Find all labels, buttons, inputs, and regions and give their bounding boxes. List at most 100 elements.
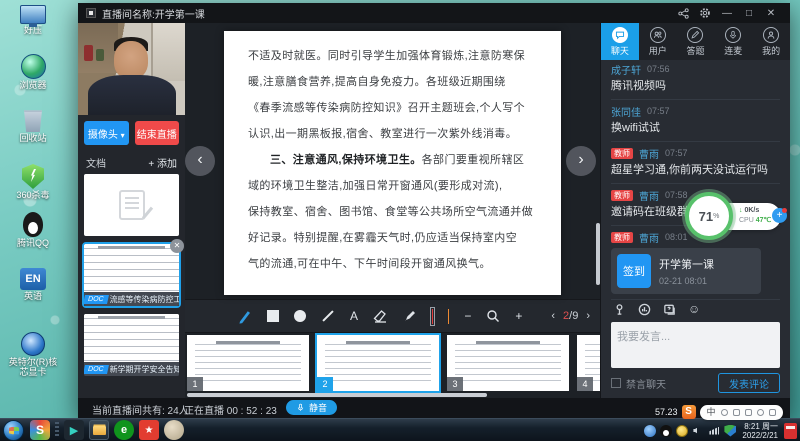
minimize-button[interactable]: — [716, 5, 738, 21]
end-stream-button[interactable]: 结束直播 [135, 121, 180, 145]
intel-graphics-icon [21, 332, 45, 356]
network-icon[interactable] [708, 425, 720, 437]
maximize-button[interactable]: □ [738, 5, 760, 21]
brush-tool[interactable] [403, 308, 417, 324]
taskbar-explorer-icon[interactable] [89, 420, 109, 440]
desktop-icon-intel[interactable]: 英特尔(R)核 芯显卡 [4, 332, 62, 377]
desktop-icon-haoya[interactable]: 好压 [4, 2, 62, 35]
share-icon[interactable] [672, 5, 694, 21]
tray-qq-icon[interactable] [660, 425, 672, 437]
close-button[interactable]: ✕ [760, 5, 782, 21]
whiteboard-card[interactable] [84, 174, 179, 236]
volume-icon[interactable] [692, 425, 704, 437]
page-thumbnail-4[interactable]: 4 [577, 335, 600, 391]
line-tool[interactable] [321, 308, 335, 324]
color-swatch-red[interactable] [432, 309, 433, 324]
taskbar-app-icon[interactable] [164, 420, 184, 440]
taskbar-video-player-icon[interactable]: ▶ [64, 420, 84, 440]
tray-notification-icon[interactable] [784, 423, 797, 439]
magnifier-icon[interactable] [486, 308, 500, 324]
add-document-button[interactable]: + 添加 [148, 155, 177, 170]
window-title: 直播间名称:开学第一课 [102, 6, 205, 21]
tab-mine[interactable]: 我的 [752, 23, 790, 60]
ime-speed-number: 57.23 [655, 407, 678, 417]
post-comment-button[interactable]: 发表评论 [718, 373, 780, 393]
ime-emoji-icon[interactable] [721, 409, 728, 416]
desktop-icon-qq[interactable]: 腾讯QQ [4, 212, 62, 248]
quiz-card-icon[interactable] [663, 303, 676, 316]
desktop-icon-label: 英特尔(R)核 芯显卡 [4, 357, 62, 377]
poll-icon[interactable] [638, 303, 651, 316]
camera-dropdown-button[interactable]: 摄像头 ▾ [84, 121, 129, 145]
desktop-icon-english[interactable]: EN英语 [4, 268, 62, 301]
color-swatch-orange[interactable] [448, 309, 449, 324]
tab-chat[interactable]: 聊天 [601, 23, 639, 60]
page-prev-button[interactable]: ‹ [551, 310, 555, 322]
eraser-tool[interactable] [373, 308, 388, 324]
horizontal-scrollbar[interactable] [187, 393, 487, 397]
desktop-icon-360[interactable]: 360杀毒 [4, 164, 62, 200]
page-thumbnails: 1 2 3 4 [185, 333, 600, 393]
sogou-ime-icon[interactable]: S [682, 405, 696, 419]
ime-keyboard-icon[interactable] [745, 409, 752, 416]
taskbar-chaoxing-icon[interactable]: ★ [139, 420, 159, 440]
page-thumbnail-3[interactable]: 3 [447, 335, 569, 391]
text-tool[interactable]: A [350, 308, 358, 324]
desktop-icon-recycle[interactable]: 回收站 [4, 108, 62, 143]
ime-handwriting-icon[interactable] [757, 409, 764, 416]
security-shield-icon[interactable] [724, 425, 736, 437]
page-next-arrow[interactable]: › [566, 146, 596, 176]
pencil-tool[interactable] [237, 308, 252, 324]
document-card-safety-notice[interactable]: DOC 新学期开学安全告知书... [84, 314, 179, 376]
users-icon [650, 27, 666, 43]
tab-mic-connect[interactable]: 连麦 [714, 23, 752, 60]
ime-lang-toggle[interactable]: 中 [707, 405, 716, 420]
memory-usage-ring[interactable]: 71% [685, 192, 733, 240]
page-next-button[interactable]: › [586, 310, 590, 322]
vertical-scrollbar[interactable] [596, 223, 600, 285]
start-button[interactable] [3, 420, 24, 441]
page-prev-arrow[interactable]: ‹ [185, 146, 215, 176]
rectangle-tool[interactable] [267, 308, 279, 324]
desktop-icon-browser[interactable]: 浏览器 [4, 54, 62, 90]
zoom-out-button[interactable]: − [464, 308, 471, 324]
message-time: 07:57 [665, 148, 688, 158]
chat-input-wrap [611, 322, 780, 368]
ime-skin-icon[interactable] [769, 409, 776, 416]
tray-coin-icon[interactable] [676, 425, 688, 437]
chat-message: 教师曹雨07:57 超星学习通,你前两天没试运行吗 [611, 142, 780, 184]
app-window-icon [86, 8, 96, 18]
tab-users[interactable]: 用户 [639, 23, 677, 60]
settings-gear-icon[interactable] [694, 5, 716, 21]
document-page: 不适及时就医。同时引导学生加强体育锻炼,注意防寒保 暖,注意膳食营养,提高自身免… [224, 31, 561, 295]
mute-button[interactable]: 静音 [286, 400, 337, 415]
page-indicator: 2/9 [563, 310, 578, 322]
emoji-icon[interactable]: ☺ [688, 303, 700, 315]
mute-chat-checkbox[interactable] [611, 378, 621, 388]
circle-tool[interactable] [294, 308, 306, 324]
taskbar-browser-icon[interactable]: e [114, 420, 134, 440]
tab-quiz[interactable]: 答题 [677, 23, 715, 60]
penguin-icon [23, 212, 43, 237]
monitor-expand-button[interactable]: + [772, 208, 787, 223]
sender-name: 成子轩 [611, 62, 641, 77]
document-card-flu-prevention[interactable]: ✕ DOC 流感等传染病防控工作... [84, 244, 179, 306]
taskbar-sogou-icon[interactable]: S [30, 420, 50, 440]
signin-button[interactable]: 签到 [617, 254, 651, 288]
close-icon[interactable]: ✕ [170, 239, 184, 253]
webcam-background [151, 23, 185, 81]
sender-name: 张同佳 [611, 104, 641, 119]
system-monitor-overlay[interactable]: ↓ 0K/s CPU 47℃ 71% + [685, 192, 785, 242]
taskbar-clock[interactable]: 8:21 周一 2022/2/21 [740, 422, 780, 440]
webcam-background [96, 49, 104, 61]
cpu-label: CPU [739, 217, 754, 224]
page-thumbnail-1[interactable]: 1 [187, 335, 309, 391]
zoom-in-button[interactable]: + [515, 308, 522, 324]
chat-input[interactable] [611, 322, 780, 368]
mute-chat-label: 禁言聊天 [626, 376, 666, 391]
page-thumbnail-2[interactable]: 2 [317, 335, 439, 391]
tray-browser-icon[interactable] [644, 425, 656, 437]
signin-hand-icon[interactable] [613, 303, 626, 316]
ime-mic-icon[interactable] [733, 409, 740, 416]
network-speed: 0K/s [744, 207, 759, 214]
